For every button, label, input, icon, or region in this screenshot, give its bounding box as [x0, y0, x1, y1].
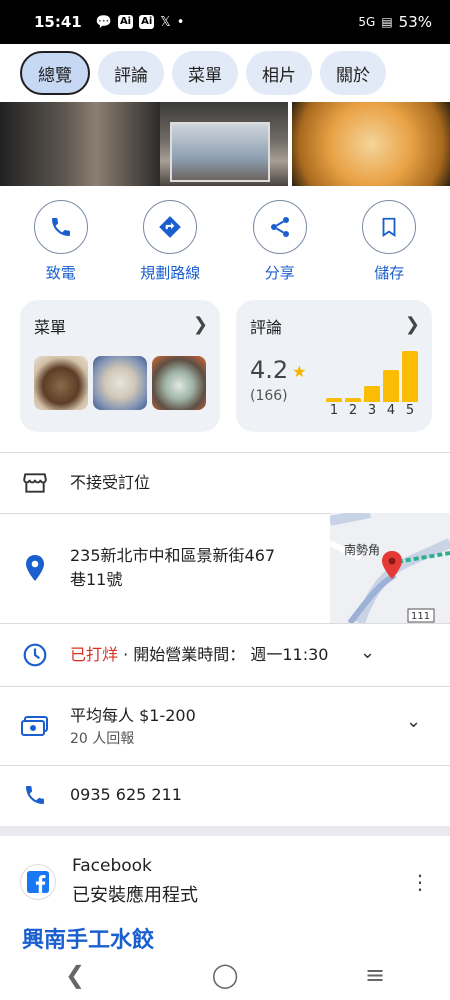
food-photo[interactable] — [292, 102, 450, 186]
tab-reviews[interactable]: 評論 — [98, 51, 164, 95]
rating-bar — [345, 398, 361, 402]
review-count: (166) — [250, 388, 288, 404]
directions-button[interactable]: 規劃路線 — [116, 200, 226, 290]
action-buttons: 致電 規劃路線 分享 儲存 — [0, 200, 450, 290]
rating-bar — [402, 351, 418, 402]
menu-thumbnails — [34, 356, 206, 410]
facebook-icon — [20, 864, 56, 900]
network-icon: 5G — [358, 15, 376, 29]
reservation-text: 不接受訂位 — [70, 473, 151, 492]
phone-icon — [0, 783, 70, 807]
dot-icon: • — [176, 14, 185, 30]
rating-histogram-labels: 12345 — [326, 403, 418, 418]
save-button[interactable]: 儲存 — [335, 200, 445, 290]
photo-strip — [0, 102, 450, 186]
tab-about[interactable]: 關於 — [320, 51, 386, 95]
share-label: 分享 — [264, 264, 295, 282]
rating-bar-label: 2 — [348, 403, 358, 418]
status-bar: 15:41 💬 Ai Ai 𝕏 • 5G ▤ 53% — [0, 0, 450, 44]
installed-app-row[interactable]: Facebook 已安裝應用程式 ⋮ — [0, 856, 450, 912]
money-icon — [0, 714, 70, 738]
reservation-row[interactable]: 不接受訂位 — [0, 455, 450, 511]
share-button[interactable]: 分享 — [225, 200, 335, 290]
map-place-label: 南勢角 — [344, 542, 380, 557]
battery-level: 53% — [398, 13, 432, 31]
chevron-right-icon: ❯ — [404, 314, 420, 335]
price-row[interactable]: 平均每人 $1-200 20 人回報 ⌄ — [0, 687, 450, 765]
summary-cards: 菜單 ❯ 評論 ❯ 4.2 (166) ★ 12345 — [20, 300, 432, 432]
bookmark-icon — [362, 200, 417, 254]
storefront-icon — [0, 470, 70, 496]
rating-histogram — [326, 346, 418, 402]
rating-score: 4.2 — [250, 356, 289, 384]
hours-status: 已打烊 — [70, 645, 119, 664]
tab-menu[interactable]: 菜單 — [172, 51, 238, 95]
call-button[interactable]: 致電 — [6, 200, 116, 290]
place-tabs: 總覽 評論 菜單 相片 關於 — [0, 44, 450, 102]
rating-bar-label: 5 — [405, 403, 415, 418]
reviews-card[interactable]: 評論 ❯ 4.2 (166) ★ 12345 — [236, 300, 432, 432]
storefront-photo[interactable] — [0, 102, 288, 186]
system-nav-bar: ❮ ◯ ≡ — [0, 950, 450, 1000]
recent-apps-icon[interactable]: ≡ — [345, 961, 405, 989]
phone-number: 0935 625 211 — [70, 785, 182, 804]
app-status: 已安裝應用程式 — [72, 885, 198, 906]
rating-bar — [364, 386, 380, 402]
tab-photos[interactable]: 相片 — [246, 51, 312, 95]
menu-photo[interactable] — [93, 356, 147, 410]
more-options-icon[interactable]: ⋮ — [410, 870, 430, 894]
reviews-card-title: 評論 — [250, 318, 283, 337]
price-reports: 20 人回報 — [70, 731, 135, 747]
menu-photo[interactable] — [152, 356, 206, 410]
ai-icon: Ai — [139, 15, 155, 29]
menu-photo[interactable] — [34, 356, 88, 410]
location-pin-icon — [0, 554, 70, 582]
notification-icons: 💬 Ai Ai 𝕏 • — [96, 15, 185, 30]
phone-icon — [33, 200, 88, 254]
rating-bar — [383, 370, 399, 402]
app-name: Facebook — [72, 856, 152, 876]
message-icon: 💬 — [95, 14, 112, 30]
tab-overview[interactable]: 總覽 — [20, 51, 90, 95]
save-label: 儲存 — [374, 264, 405, 282]
call-label: 致電 — [45, 264, 76, 282]
rating-bar-label: 1 — [329, 403, 339, 418]
chevron-right-icon: ❯ — [192, 314, 208, 335]
chevron-down-icon[interactable]: ⌄ — [360, 642, 375, 663]
system-icons: 5G ▤ 53% — [358, 13, 432, 31]
map-thumbnail[interactable]: 南勢角 111 — [330, 513, 450, 623]
rating-bar — [326, 398, 342, 402]
home-icon[interactable]: ◯ — [195, 961, 255, 989]
rating-bar-label: 3 — [367, 403, 377, 418]
back-icon[interactable]: ❮ — [45, 961, 105, 989]
directions-icon — [143, 200, 198, 254]
directions-label: 規劃路線 — [140, 264, 201, 282]
star-icon: ★ — [292, 362, 307, 381]
address-line-1: 235新北市中和區景新街467 — [70, 546, 276, 565]
signal-icon: ▤ — [381, 15, 393, 29]
phone-row[interactable]: 0935 625 211 — [0, 766, 450, 824]
map-road-label: 111 — [411, 611, 430, 622]
hours-row[interactable]: 已打烊 · 開始營業時間： 週一11:30 ⌄ — [0, 624, 450, 686]
clock-icon — [0, 642, 70, 668]
x-icon: 𝕏 — [160, 14, 171, 30]
status-time: 15:41 — [34, 13, 82, 31]
chevron-down-icon[interactable]: ⌄ — [406, 711, 421, 732]
address-line-2: 巷11號 — [70, 570, 123, 589]
hours-detail: · 開始營業時間： 週一11:30 — [118, 645, 329, 664]
divider — [0, 452, 450, 453]
menu-card-title: 菜單 — [34, 318, 67, 337]
section-separator — [0, 826, 450, 836]
share-icon — [252, 200, 307, 254]
menu-card[interactable]: 菜單 ❯ — [20, 300, 220, 432]
rating-bar-label: 4 — [386, 403, 396, 418]
price-range: 平均每人 $1-200 — [70, 706, 196, 725]
ai-icon: Ai — [117, 15, 134, 29]
